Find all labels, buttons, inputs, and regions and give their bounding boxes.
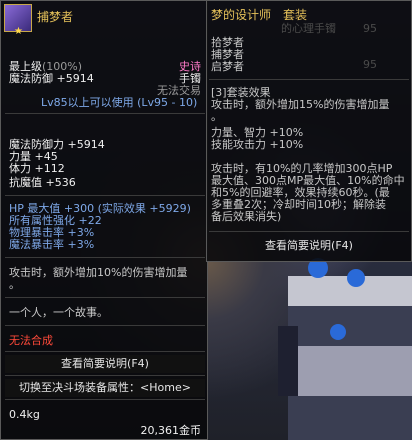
star-icon: ★ — [14, 26, 23, 37]
set-effect-line: 攻击时，额外增加15%的伤害增加量 — [211, 98, 390, 111]
set-effect-line: 。 — [211, 110, 222, 123]
divider — [5, 297, 205, 298]
set-effect-line: 技能攻击力 +10% — [211, 138, 304, 151]
bonus-stat-line: 魔法暴击率 +3% — [9, 238, 95, 251]
set-brief-description-button[interactable]: 查看简要说明(F4) — [209, 237, 409, 255]
ghost-text: 的心理手镯 — [281, 22, 336, 35]
set-effect-line: 备后效果消失) — [211, 210, 282, 223]
cannot-combine-label: 无法合成 — [9, 334, 53, 347]
item-defense: 魔法防御 +5914 — [9, 72, 94, 85]
item-price: 20,361金币 — [140, 424, 202, 437]
item-requirement: Lv85以上可以使用 (Lv95 - 10) — [41, 96, 198, 109]
item-tooltip-panel: ★ 捕梦者 最上级(100%) 史诗 魔法防御 +5914 手镯 无法交易 Lv… — [0, 0, 208, 440]
divider — [5, 195, 205, 196]
divider — [5, 257, 205, 258]
effect-line: 。 — [9, 278, 20, 291]
divider — [5, 351, 205, 352]
ghost-level: 95 — [363, 22, 377, 35]
set-title: 梦的设计师 套装 — [211, 8, 308, 22]
treasure-chest-illustration — [278, 258, 412, 440]
ghost-level: 95 — [363, 58, 377, 71]
switch-pvp-stats-button[interactable]: 切换至决斗场装备属性：<Home> — [5, 379, 205, 397]
effect-line: 攻击时，额外增加10%的伤害增加量 — [9, 266, 188, 279]
item-weight: 0.4kg — [9, 408, 40, 421]
flavor-text: 一个人，一个故事。 — [9, 306, 108, 319]
stat-line: 体力 +112 — [9, 162, 65, 175]
set-member: 启梦者 — [211, 60, 244, 73]
divider — [209, 79, 409, 80]
brief-description-button[interactable]: 查看简要说明(F4) — [5, 355, 205, 373]
stat-line: 抗魔值 +536 — [9, 176, 76, 189]
item-name: 捕梦者 — [37, 10, 74, 24]
divider — [5, 113, 205, 114]
divider — [5, 375, 205, 376]
divider — [5, 399, 205, 400]
set-tooltip-panel: 梦的设计师 套装 的心理手镯 95 95 拾梦者 捕梦者 启梦者 [3]套装效果… — [206, 0, 412, 262]
divider — [209, 231, 409, 232]
divider — [5, 325, 205, 326]
